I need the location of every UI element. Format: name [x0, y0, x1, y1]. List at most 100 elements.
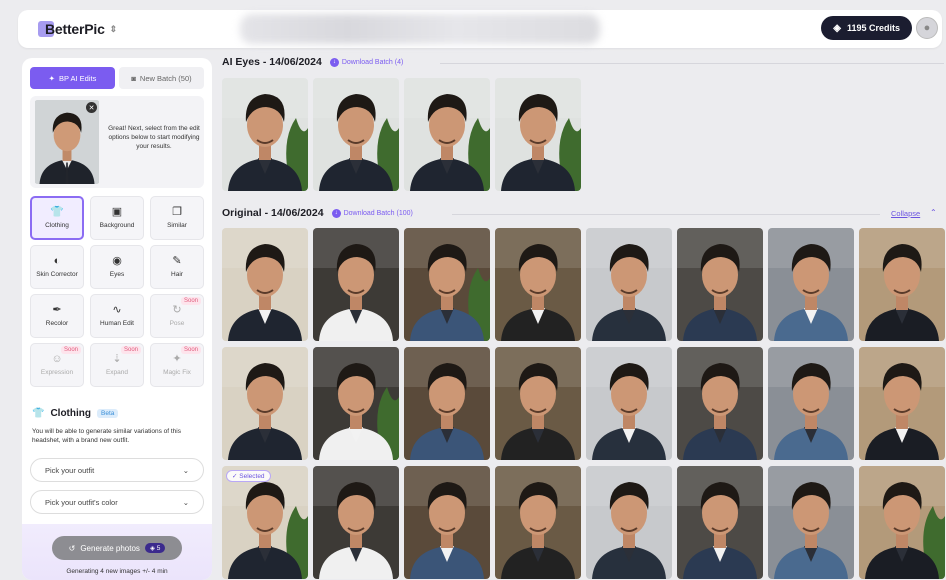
- logo-text: BetterPic: [45, 21, 105, 37]
- app-logo[interactable]: BetterPic ⇕: [38, 21, 117, 37]
- tab-label: New Batch (50): [139, 73, 192, 83]
- soon-badge: Soon: [60, 346, 81, 354]
- rotate-icon: ↻: [172, 304, 182, 316]
- tool-label: Skin Corrector: [36, 271, 78, 278]
- download-icon: ↓: [329, 57, 339, 67]
- original-photo[interactable]: [768, 466, 854, 579]
- original-photo[interactable]: [404, 228, 490, 341]
- outfit-select[interactable]: Pick your outfit ⌄: [30, 458, 204, 482]
- original-photo[interactable]: [313, 228, 399, 341]
- original-photo[interactable]: [586, 347, 672, 460]
- tool-eyes[interactable]: ◉ Eyes: [90, 245, 144, 289]
- tab-bp-ai-edits[interactable]: ✦ BP AI Edits: [30, 67, 115, 89]
- sparkle-icon: ✦: [48, 73, 55, 83]
- original-photo[interactable]: [222, 347, 308, 460]
- tool-hair[interactable]: ✎ Hair: [150, 245, 204, 289]
- ai-result-photo[interactable]: [495, 78, 581, 191]
- tool-label: Expression: [40, 369, 74, 376]
- collapse-link[interactable]: Collapse: [891, 209, 920, 218]
- expand-icon: ⇣: [112, 353, 122, 365]
- outfit-color-placeholder: Pick your outfit's color: [45, 497, 118, 507]
- original-photo[interactable]: [313, 466, 399, 579]
- tool-expand: Soon ⇣ Expand: [90, 343, 144, 387]
- generate-photos-button[interactable]: ↺ Generate photos ◈ 5: [52, 536, 182, 560]
- tool-label: Eyes: [109, 271, 125, 278]
- generate-note: Generating 4 new images +/- 4 min: [66, 568, 168, 575]
- original-photo-grid: ✓ Selected: [222, 228, 945, 579]
- user-avatar[interactable]: ●: [916, 17, 938, 39]
- tool-recolor[interactable]: ✒ Recolor: [30, 294, 84, 338]
- original-photo[interactable]: [313, 347, 399, 460]
- tool-skin-corrector[interactable]: ◐ Skin Corrector: [30, 245, 84, 289]
- ai-section-header: AI Eyes - 14/06/2024 ↓ Download Batch (4…: [222, 56, 403, 68]
- original-photo[interactable]: [404, 466, 490, 579]
- credit-cost: 5: [156, 545, 161, 552]
- tab-new-batch[interactable]: ◙ New Batch (50): [119, 67, 204, 89]
- tool-magic-fix: Soon ✦ Magic Fix: [150, 343, 204, 387]
- original-photo[interactable]: [859, 228, 945, 341]
- sidebar-tabs: ✦ BP AI Edits ◙ New Batch (50): [30, 67, 204, 89]
- original-photo[interactable]: [768, 228, 854, 341]
- workspace-switcher-icon[interactable]: ⇕: [110, 25, 118, 34]
- original-photo[interactable]: [677, 347, 763, 460]
- remove-selection-icon[interactable]: ✕: [86, 102, 97, 113]
- eyedropper-icon: ✒: [52, 304, 62, 316]
- layers-icon: ◈: [833, 22, 841, 34]
- blurred-navigation: [240, 14, 600, 44]
- original-section-header: Original - 14/06/2024 ↓ Download Batch (…: [222, 207, 413, 219]
- chevron-up-icon[interactable]: ⌃: [930, 208, 937, 217]
- tool-background[interactable]: ▣ Background: [90, 196, 144, 240]
- original-photo[interactable]: [859, 466, 945, 579]
- ai-section-title: AI Eyes - 14/06/2024: [222, 56, 322, 68]
- selected-photo-card: ✕ Great! Next, select from the edit opti…: [30, 96, 204, 188]
- download-ai-batch-link[interactable]: ↓ Download Batch (4): [329, 57, 404, 67]
- original-photo[interactable]: [677, 228, 763, 341]
- original-photo[interactable]: [768, 347, 854, 460]
- download-label: Download Batch (100): [343, 209, 413, 217]
- tool-label: Hair: [171, 271, 183, 278]
- credits-label: 1195 Credits: [846, 23, 900, 33]
- contrast-icon: ◐: [53, 255, 61, 267]
- eye-icon: ◉: [112, 255, 122, 267]
- tool-label: Expand: [105, 369, 129, 376]
- copies-icon: ❐: [172, 206, 182, 218]
- outfit-color-select[interactable]: Pick your outfit's color ⌄: [30, 490, 204, 514]
- edit-tools-grid: 👕 Clothing ▣ Background ❐ Similar ◐ Skin Cor…: [30, 196, 204, 387]
- clothing-title: Clothing: [50, 408, 91, 419]
- original-photo[interactable]: [222, 228, 308, 341]
- original-photo[interactable]: [859, 347, 945, 460]
- original-photo[interactable]: [495, 466, 581, 579]
- credit-cost-badge: ◈ 5: [144, 543, 166, 553]
- ai-photo-grid: [222, 78, 581, 191]
- tool-clothing[interactable]: 👕 Clothing: [30, 196, 84, 240]
- tool-label: Pose: [169, 320, 185, 327]
- original-photo[interactable]: [586, 466, 672, 579]
- download-original-batch-link[interactable]: ↓ Download Batch (100): [331, 208, 413, 218]
- original-photo[interactable]: [495, 228, 581, 341]
- tool-pose: Soon ↻ Pose: [150, 294, 204, 338]
- credits-button[interactable]: ◈ 1195 Credits: [821, 16, 912, 40]
- tool-expression: Soon ☺ Expression: [30, 343, 84, 387]
- original-photo[interactable]: [677, 466, 763, 579]
- tool-human-edit[interactable]: ∿ Human Edit: [90, 294, 144, 338]
- ai-result-photo[interactable]: [222, 78, 308, 191]
- download-label: Download Batch (4): [341, 58, 404, 66]
- chevron-down-icon: ⌄: [182, 497, 189, 507]
- ai-result-photo[interactable]: [313, 78, 399, 191]
- original-photo[interactable]: [495, 347, 581, 460]
- tool-similar[interactable]: ❐ Similar: [150, 196, 204, 240]
- soon-badge: Soon: [120, 346, 141, 354]
- ai-result-photo[interactable]: [404, 78, 490, 191]
- outfit-select-placeholder: Pick your outfit: [45, 465, 95, 475]
- chevron-down-icon: ⌄: [182, 465, 189, 475]
- edit-sidebar: ✦ BP AI Edits ◙ New Batch (50) ✕ Great! …: [22, 58, 212, 580]
- original-photo[interactable]: ✓ Selected: [222, 466, 308, 579]
- preview-instructions: Great! Next, select from the edit option…: [108, 125, 200, 150]
- smile-icon: ☺: [51, 353, 63, 365]
- section-divider: [440, 63, 944, 64]
- original-photo[interactable]: [586, 228, 672, 341]
- original-photo[interactable]: [404, 347, 490, 460]
- soon-badge: Soon: [180, 346, 201, 354]
- download-icon: ↓: [331, 208, 341, 218]
- beta-badge: Beta: [97, 409, 119, 418]
